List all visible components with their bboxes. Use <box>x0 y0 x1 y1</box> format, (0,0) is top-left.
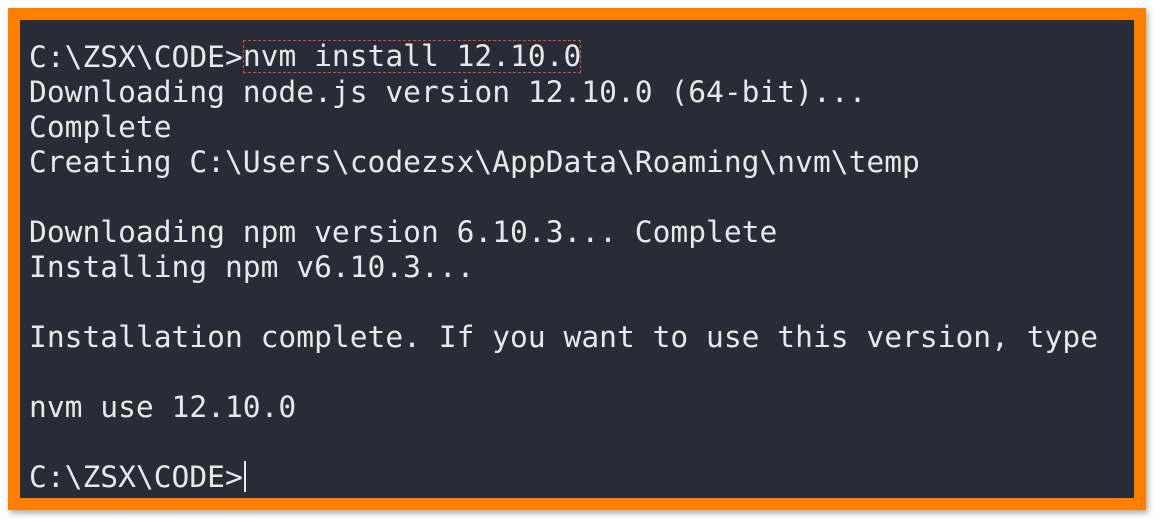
output-line: Installation complete. If you want to us… <box>29 320 1099 354</box>
output-line: Downloading node.js version 12.10.0 (64-… <box>29 75 867 109</box>
command-line: C:\ZSX\CODE>nvm install 12.10.0 <box>29 40 1098 75</box>
prompt: C:\ZSX\CODE> <box>29 40 243 74</box>
highlight-frame: C:\ZSX\CODE>nvm install 12.10.0 Download… <box>8 8 1146 510</box>
terminal-output: C:\ZSX\CODE>nvm install 12.10.0 Download… <box>29 40 1098 495</box>
final-prompt: C:\ZSX\CODE> <box>29 460 243 494</box>
output-line: Downloading npm version 6.10.3... Comple… <box>29 215 778 249</box>
output-line <box>29 355 1098 390</box>
terminal-window[interactable]: C:\ZSX\CODE>nvm install 12.10.0 Download… <box>20 20 1134 498</box>
output-line: nvm use 12.10.0 <box>29 390 297 424</box>
output-line: Creating C:\Users\codezsx\AppData\Roamin… <box>29 145 920 179</box>
highlighted-command: nvm install 12.10.0 <box>242 39 582 73</box>
output-line: Complete <box>29 110 172 144</box>
text-cursor <box>243 461 246 492</box>
output-line: Installing npm v6.10.3... <box>29 250 475 284</box>
output-line <box>29 425 1098 460</box>
output-line <box>29 180 1098 215</box>
output-line <box>29 285 1098 320</box>
input-line[interactable]: C:\ZSX\CODE> <box>29 460 1098 495</box>
